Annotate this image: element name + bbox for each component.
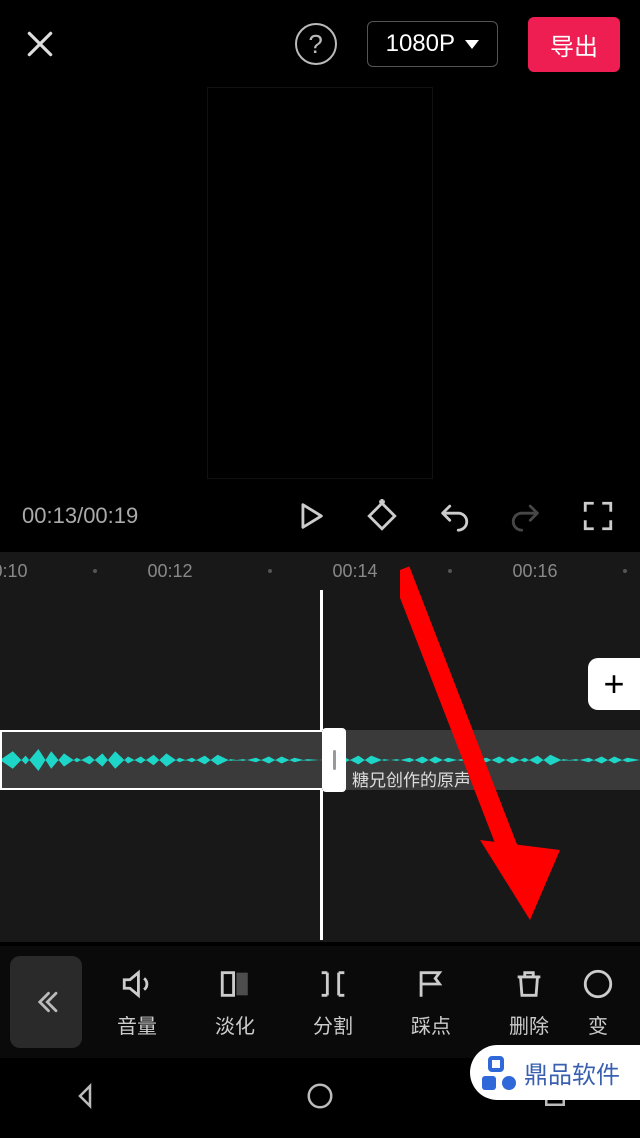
chevron-down-icon <box>465 40 479 49</box>
watermark-text: 鼎品软件 <box>524 1055 620 1090</box>
nav-back-icon[interactable] <box>70 1081 100 1116</box>
audio-clip-label: 糖兄创作的原声 <box>352 766 471 791</box>
time-ruler[interactable]: 0:10 00:12 00:14 00:16 <box>0 552 640 590</box>
top-bar: ? 1080P 导出 <box>0 0 640 88</box>
tool-beat[interactable]: 踩点 <box>382 966 480 1039</box>
video-preview[interactable] <box>208 88 432 478</box>
ruler-tick: 0:10 <box>0 561 28 582</box>
player-controls: 00:13/00:19 <box>0 478 640 542</box>
selected-left-region <box>0 730 322 790</box>
tool-split[interactable]: 分割 <box>284 966 382 1039</box>
trash-icon <box>512 966 546 1002</box>
tool-volume[interactable]: 音量 <box>88 966 186 1039</box>
ruler-tick: 00:16 <box>512 561 557 582</box>
flag-icon <box>414 966 448 1002</box>
ruler-tick: 00:14 <box>332 561 377 582</box>
back-button[interactable] <box>10 956 82 1048</box>
audio-track[interactable]: 糖兄创作的原声 <box>0 730 640 790</box>
change-icon <box>581 966 615 1002</box>
undo-icon[interactable] <box>434 496 474 536</box>
ruler-tick: 00:12 <box>147 561 192 582</box>
trim-handle[interactable] <box>322 728 346 792</box>
timeline[interactable]: 0:10 00:12 00:14 00:16 + 糖兄创作的原声 <box>0 552 640 942</box>
watermark-badge: 鼎品软件 <box>470 1045 640 1100</box>
help-icon[interactable]: ? <box>295 23 337 65</box>
fade-icon <box>218 966 252 1002</box>
tool-delete[interactable]: 删除 <box>480 966 578 1039</box>
resolution-label: 1080P <box>386 30 455 58</box>
redo-icon[interactable] <box>506 496 546 536</box>
add-clip-button[interactable]: + <box>588 658 640 710</box>
volume-icon <box>120 966 154 1002</box>
split-icon <box>316 966 350 1002</box>
watermark-logo-icon <box>482 1056 516 1090</box>
close-icon[interactable] <box>20 24 60 64</box>
bottom-toolbar: 音量 淡化 分割 踩点 删除 变 <box>0 946 640 1058</box>
play-icon[interactable] <box>290 496 330 536</box>
export-button[interactable]: 导出 <box>528 17 620 72</box>
resolution-selector[interactable]: 1080P <box>367 21 498 67</box>
fullscreen-icon[interactable] <box>578 496 618 536</box>
tool-change[interactable]: 变 <box>578 966 618 1039</box>
timecode: 00:13/00:19 <box>22 503 138 529</box>
tool-fade[interactable]: 淡化 <box>186 966 284 1039</box>
nav-home-icon[interactable] <box>305 1081 335 1116</box>
keyframe-icon[interactable] <box>362 496 402 536</box>
